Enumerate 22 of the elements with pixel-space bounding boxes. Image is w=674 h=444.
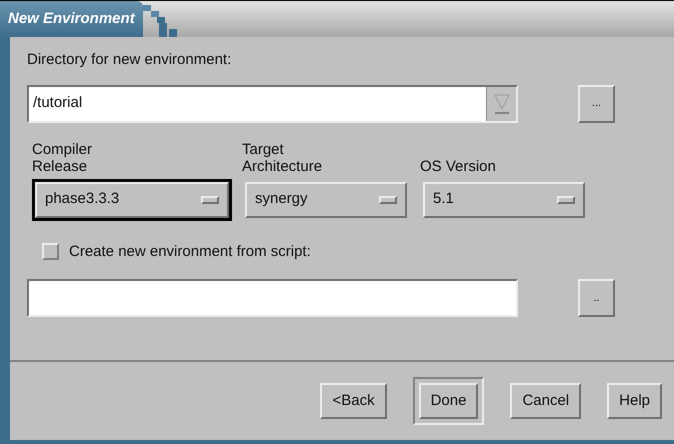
dialog-button[interactable]: <Back: [320, 383, 387, 419]
window-title: New Environment: [0, 1, 143, 37]
menu-indicator-icon: [201, 196, 219, 204]
down-triangle-icon: [494, 92, 510, 114]
browse-button[interactable]: ...: [578, 84, 615, 122]
directory-label: Directory for new environment:: [27, 50, 232, 70]
checkbox-label: Create new environment from script:: [69, 242, 311, 262]
dropdown-button[interactable]: [486, 86, 516, 120]
dialog-button[interactable]: Cancel: [510, 383, 582, 419]
option-label: OS Version: [420, 156, 497, 176]
menu-indicator-icon: [557, 196, 575, 204]
browse-button[interactable]: ..: [578, 279, 615, 317]
directory-value: /tutorial: [32, 93, 84, 114]
menu-indicator-icon: [379, 196, 397, 204]
option-menu[interactable]: phase3.3.3: [32, 178, 232, 220]
option-label: Compiler Release: [32, 140, 94, 176]
checkbox[interactable]: [42, 243, 59, 260]
option-label: Target Architecture: [242, 140, 324, 176]
script-field[interactable]: [27, 279, 518, 317]
directory-field[interactable]: /tutorial: [27, 84, 518, 122]
dialog-button[interactable]: Help: [607, 383, 662, 419]
dialog-button[interactable]: Done: [418, 383, 478, 419]
